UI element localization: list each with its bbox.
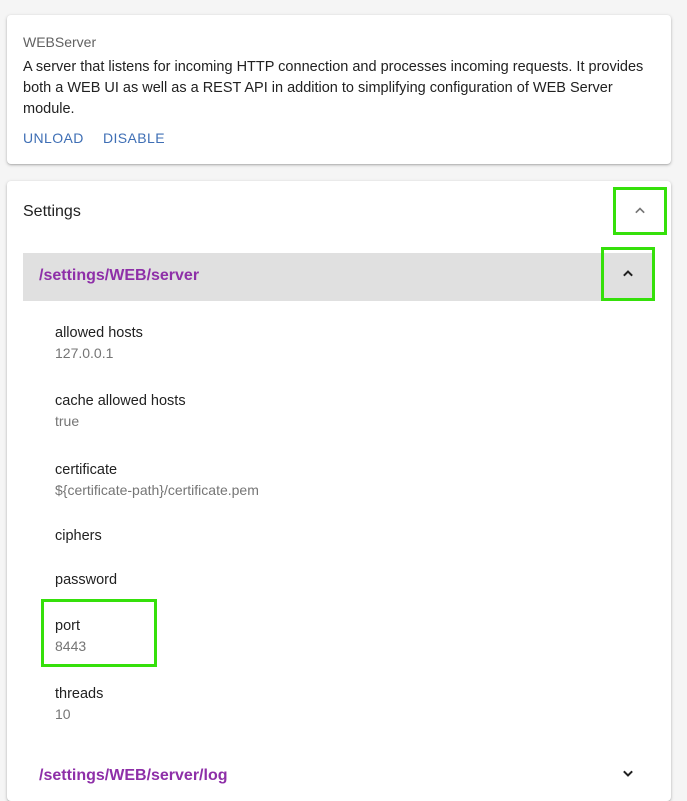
panel-header-web-server[interactable]: /settings/WEB/server — [23, 247, 655, 301]
disable-button[interactable]: DISABLE — [103, 130, 165, 146]
setting-value: ${certificate-path}/certificate.pem — [55, 482, 259, 498]
chevron-up-icon — [623, 270, 633, 277]
module-card: WEBServer A server that listens for inco… — [7, 15, 671, 164]
unload-button[interactable]: UNLOAD — [23, 130, 84, 146]
setting-threads[interactable]: threads 10 — [55, 684, 103, 724]
panel-collapse-button[interactable] — [601, 247, 655, 301]
panel-expand-button[interactable] — [611, 757, 645, 789]
setting-certificate[interactable]: certificate ${certificate-path}/certific… — [55, 460, 259, 500]
port-highlight-box — [41, 599, 157, 667]
module-description: A server that listens for incoming HTTP … — [23, 59, 644, 117]
setting-key: password — [55, 572, 118, 588]
settings-collapse-button[interactable] — [613, 187, 667, 235]
setting-allowed-hosts[interactable]: allowed hosts 127.0.0.1 — [55, 323, 143, 363]
panel-header-web-server-log[interactable]: /settings/WEB/server/log — [23, 753, 655, 801]
panel-title: /settings/WEB/server/log — [39, 767, 228, 784]
chevron-down-icon — [623, 770, 633, 777]
setting-key: threads — [55, 686, 104, 702]
settings-card: Settings /settings/WEB/server allowed ho… — [7, 181, 671, 801]
panel-title: /settings/WEB/server — [39, 267, 200, 284]
module-name: WEBServer — [23, 34, 97, 50]
setting-cache-allowed-hosts[interactable]: cache allowed hosts true — [55, 391, 186, 431]
setting-ciphers[interactable]: ciphers — [55, 526, 102, 546]
setting-password[interactable]: password — [55, 570, 117, 590]
setting-key: ciphers — [55, 528, 102, 544]
setting-key: cache allowed hosts — [55, 393, 186, 409]
chevron-up-icon — [635, 207, 645, 214]
setting-key: allowed hosts — [55, 325, 143, 341]
setting-key: certificate — [55, 462, 118, 478]
setting-value: true — [55, 413, 80, 429]
setting-value: 127.0.0.1 — [55, 345, 114, 361]
setting-value: 10 — [55, 706, 71, 722]
settings-title: Settings — [23, 203, 81, 220]
